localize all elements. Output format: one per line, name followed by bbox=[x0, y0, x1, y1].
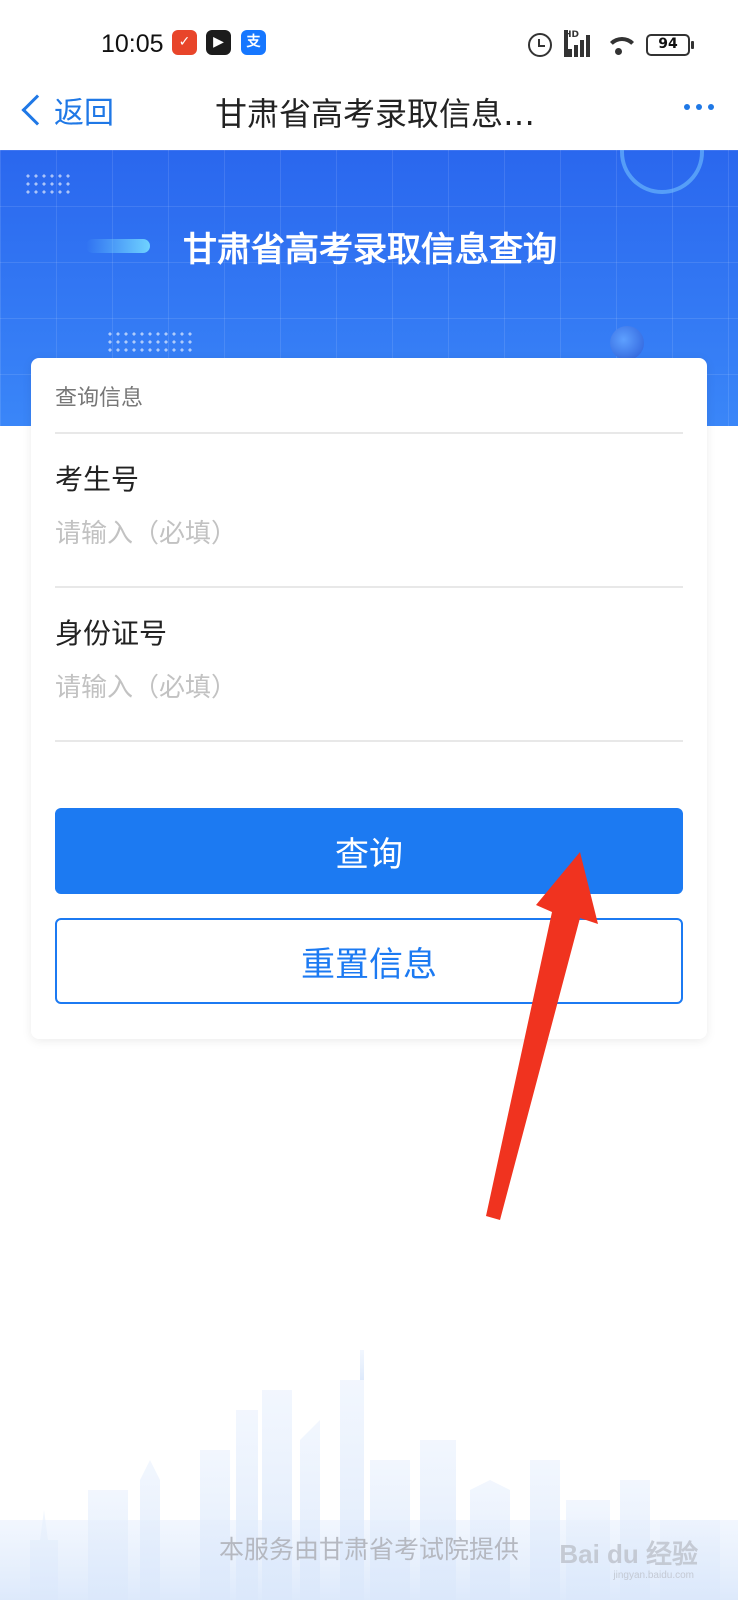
query-form-card: 查询信息 考生号 身份证号 查询 重置信息 bbox=[31, 358, 707, 1039]
divider bbox=[55, 432, 683, 434]
exam-number-input[interactable] bbox=[55, 514, 683, 554]
signal-icon: HD bbox=[564, 30, 592, 57]
more-dots-icon bbox=[684, 104, 690, 110]
banner-dot-pattern bbox=[24, 172, 74, 194]
banner-dot-pattern bbox=[106, 330, 196, 352]
banner-title: 甘肃省高考录取信息查询 bbox=[183, 230, 557, 270]
baidu-watermark-logo: Bai du 经验 bbox=[559, 1539, 698, 1569]
back-label: 返回 bbox=[54, 96, 114, 131]
video-app-icon: ▶ bbox=[206, 30, 231, 55]
more-options-button[interactable] bbox=[684, 104, 714, 110]
alipay-icon: 支 bbox=[241, 30, 266, 55]
id-number-input[interactable] bbox=[55, 668, 683, 708]
status-time: 10:05 bbox=[101, 30, 164, 58]
battery-icon: 94 bbox=[646, 34, 694, 56]
id-number-label: 身份证号 bbox=[55, 617, 168, 650]
query-button[interactable]: 查询 bbox=[55, 808, 683, 894]
cn-app-icon: ✓ bbox=[172, 30, 197, 55]
watermark-url: jingyan.baidu.com bbox=[613, 1570, 694, 1581]
nav-bar: 返回 甘肃省高考录取信息… bbox=[0, 80, 738, 150]
status-indicators: HD 94 bbox=[528, 30, 694, 59]
section-heading: 查询信息 bbox=[55, 386, 144, 411]
banner-ring-decoration bbox=[620, 150, 704, 194]
page-title: 甘肃省高考录取信息… bbox=[215, 95, 536, 133]
reset-button[interactable]: 重置信息 bbox=[55, 918, 683, 1004]
divider bbox=[55, 740, 683, 742]
chevron-left-icon bbox=[21, 94, 53, 126]
exam-number-label: 考生号 bbox=[55, 463, 140, 496]
divider bbox=[55, 586, 683, 588]
banner-orb-decoration bbox=[610, 326, 644, 360]
back-button[interactable]: 返回 bbox=[16, 90, 114, 131]
alarm-icon bbox=[528, 33, 552, 57]
status-bar: 10:05 ✓ ▶ 支 HD 94 bbox=[0, 0, 738, 80]
wifi-icon bbox=[604, 34, 634, 56]
